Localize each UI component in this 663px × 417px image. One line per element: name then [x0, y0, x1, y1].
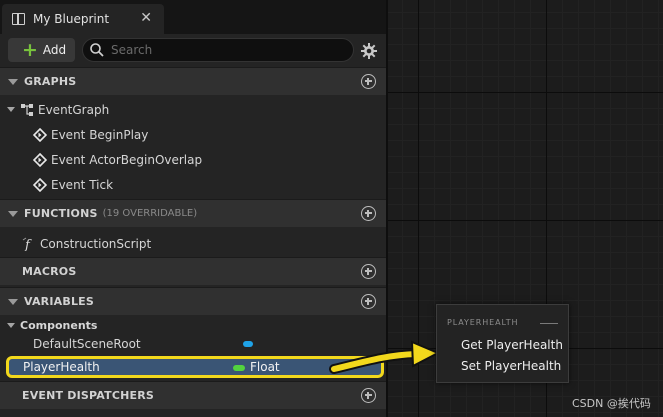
function-item-construction-script[interactable]: f ConstructionScript	[0, 231, 386, 256]
variable-item-player-health[interactable]: PlayerHealth Float	[6, 356, 384, 378]
add-function-icon[interactable]	[361, 206, 376, 221]
annotation-arrow	[329, 340, 441, 374]
add-button-label: Add	[42, 43, 67, 57]
function-icon: f	[22, 237, 32, 251]
add-macro-icon[interactable]	[361, 264, 376, 279]
variable-context-menu: PLAYERHEALTH Get PlayerHealth Set Player…	[436, 304, 569, 383]
expand-arrow-icon[interactable]	[7, 322, 15, 328]
category-label: Components	[20, 318, 98, 332]
collapse-arrow-icon[interactable]	[8, 78, 18, 85]
close-icon[interactable]: ✕	[140, 10, 152, 26]
add-variable-icon[interactable]	[361, 294, 376, 309]
gear-icon[interactable]	[360, 42, 378, 60]
collapse-arrow-icon[interactable]	[8, 210, 18, 217]
add-graph-icon[interactable]	[361, 74, 376, 89]
graph-icon	[21, 103, 33, 116]
variable-item-default-scene-root[interactable]: DefaultSceneRoot	[0, 331, 386, 356]
watermark: CSDN @挨代码	[572, 397, 651, 410]
section-functions[interactable]: FUNCTIONS (19 OVERRIDABLE)	[0, 199, 386, 227]
get-player-health-item[interactable]: Get PlayerHealth	[461, 338, 563, 352]
event-label: Event ActorBeginOverlap	[51, 152, 203, 167]
event-item[interactable]: Event Tick	[0, 172, 386, 197]
event-diamond-icon	[33, 152, 47, 167]
section-event-dispatchers[interactable]: EVENT DISPATCHERS	[0, 381, 386, 409]
svg-text:f: f	[24, 238, 32, 251]
blueprint-icon	[12, 13, 25, 25]
variable-type[interactable]: Float	[250, 360, 280, 374]
section-graphs[interactable]: GRAPHS	[0, 67, 386, 95]
component-pin-icon	[243, 341, 253, 347]
section-title: EVENT DISPATCHERS	[22, 389, 155, 402]
section-title: GRAPHS	[24, 75, 77, 88]
toolbar: + Add Search	[0, 34, 386, 66]
set-player-health-item[interactable]: Set PlayerHealth	[461, 359, 561, 373]
event-item[interactable]: Event ActorBeginOverlap	[0, 147, 386, 172]
variable-label: PlayerHealth	[23, 360, 100, 374]
event-label: Event BeginPlay	[51, 127, 149, 142]
add-button[interactable]: + Add	[8, 38, 75, 62]
tab-my-blueprint[interactable]: My Blueprint ✕	[2, 4, 164, 34]
float-pin-icon	[233, 365, 245, 371]
function-label: ConstructionScript	[40, 236, 152, 251]
add-dispatcher-icon[interactable]	[361, 388, 376, 403]
event-item[interactable]: Event BeginPlay	[0, 122, 386, 147]
tab-title: My Blueprint	[33, 12, 110, 26]
expand-arrow-icon[interactable]	[7, 107, 15, 112]
event-diamond-icon	[33, 127, 47, 142]
search-input[interactable]: Search	[82, 38, 354, 62]
search-placeholder: Search	[111, 43, 153, 57]
plus-icon: +	[22, 39, 38, 61]
section-title: FUNCTIONS	[24, 207, 98, 220]
menu-title: PLAYERHEALTH	[447, 318, 519, 327]
collapse-arrow-icon[interactable]	[8, 298, 18, 305]
search-icon	[90, 43, 104, 57]
overridable-count: (19 OVERRIDABLE)	[102, 208, 198, 219]
section-variables[interactable]: VARIABLES	[0, 287, 386, 315]
variable-label: DefaultSceneRoot	[33, 336, 141, 351]
event-label: Event Tick	[51, 177, 114, 192]
section-title: MACROS	[22, 265, 77, 278]
graph-label: EventGraph	[38, 102, 110, 117]
graph-item-eventgraph[interactable]: EventGraph	[0, 97, 386, 122]
menu-title-divider	[540, 323, 558, 324]
section-title: VARIABLES	[24, 295, 94, 308]
tab-bar: My Blueprint ✕	[0, 0, 386, 34]
section-macros[interactable]: MACROS	[0, 257, 386, 285]
event-diamond-icon	[33, 177, 47, 192]
